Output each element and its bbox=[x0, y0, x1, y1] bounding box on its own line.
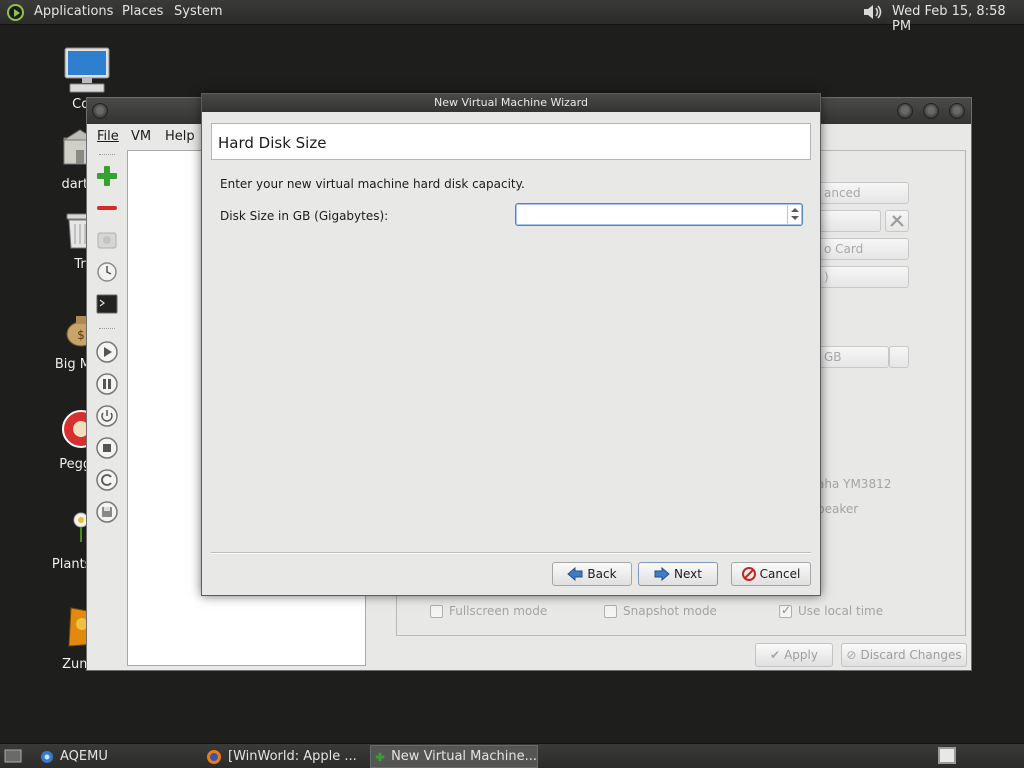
sound-card-option: aha YM3812 bbox=[817, 477, 892, 491]
task-label: [WinWorld: Apple ... bbox=[228, 749, 357, 764]
snapshot-mode-checkbox[interactable] bbox=[604, 605, 617, 618]
toolbar-separator bbox=[99, 328, 115, 331]
pause-icon[interactable] bbox=[95, 372, 119, 396]
arrow-right-icon bbox=[654, 567, 670, 581]
memory-size-field[interactable]: GB bbox=[817, 346, 889, 368]
close-icon[interactable] bbox=[949, 103, 965, 119]
menu-vm[interactable]: VM bbox=[131, 129, 151, 144]
task-label: New Virtual Machine... bbox=[391, 749, 537, 764]
video-card-combo[interactable]: o Card bbox=[817, 238, 909, 260]
terminal-icon[interactable] bbox=[95, 292, 119, 316]
spin-down-icon[interactable] bbox=[791, 216, 799, 220]
disk-size-input[interactable] bbox=[515, 203, 803, 226]
workspace-switcher[interactable] bbox=[938, 747, 956, 764]
wizard-instruction: Enter your new virtual machine hard disk… bbox=[220, 177, 525, 191]
bottom-taskbar: AQEMU [WinWorld: Apple ... New Virtual M… bbox=[0, 743, 1024, 768]
apply-button[interactable]: ✔ Apply bbox=[755, 643, 833, 667]
settings-tool-icon[interactable] bbox=[885, 210, 909, 232]
next-label: Next bbox=[674, 567, 702, 581]
disk-size-label: Disk Size in GB (Gigabytes): bbox=[220, 209, 389, 223]
menu-applications[interactable]: Applications bbox=[34, 4, 113, 19]
fullscreen-mode-label: Fullscreen mode bbox=[449, 604, 548, 618]
disk-size-spinner[interactable] bbox=[787, 205, 801, 224]
task-label: AQEMU bbox=[60, 749, 108, 764]
wizard-title[interactable]: New Virtual Machine Wizard bbox=[202, 94, 820, 112]
speaker-volume-icon[interactable] bbox=[862, 3, 884, 21]
menu-help[interactable]: Help bbox=[165, 129, 195, 144]
delete-vm-icon[interactable] bbox=[95, 196, 119, 220]
cancel-icon bbox=[741, 567, 756, 581]
stop-icon[interactable] bbox=[95, 436, 119, 460]
wizard-page-header: Hard Disk Size bbox=[211, 123, 811, 160]
reset-icon[interactable] bbox=[95, 468, 119, 492]
add-vm-icon[interactable] bbox=[95, 164, 119, 188]
show-desktop-icon[interactable] bbox=[4, 748, 22, 764]
discard-changes-button[interactable]: ⊘ Discard Changes bbox=[841, 643, 967, 667]
task-new-vm-wizard[interactable]: New Virtual Machine... bbox=[370, 745, 538, 768]
menu-file[interactable]: File bbox=[97, 129, 119, 144]
menu-places[interactable]: Places bbox=[122, 4, 163, 19]
firefox-icon bbox=[207, 749, 221, 764]
vertical-toolbar bbox=[91, 150, 121, 540]
distro-logo-icon[interactable] bbox=[7, 4, 24, 21]
window-menu-icon[interactable] bbox=[92, 103, 108, 119]
combo-box[interactable] bbox=[817, 210, 881, 232]
checkmark-icon: ✔ bbox=[770, 648, 781, 662]
use-local-time-label: Use local time bbox=[798, 604, 884, 618]
apply-label: Apply bbox=[784, 648, 818, 662]
toolbar-separator bbox=[99, 154, 115, 157]
add-vm-icon bbox=[375, 752, 385, 761]
advanced-button[interactable]: anced bbox=[817, 182, 909, 204]
desktop-icon-computer[interactable]: Com bbox=[42, 46, 132, 112]
sound-card-option: peaker bbox=[817, 502, 859, 516]
maximize-icon[interactable] bbox=[923, 103, 939, 119]
task-aqemu[interactable]: AQEMU bbox=[36, 745, 196, 768]
svg-text:$: $ bbox=[77, 328, 85, 342]
cancel-label: Cancel bbox=[759, 567, 801, 581]
next-button[interactable]: Next bbox=[638, 562, 718, 586]
use-local-time-checkbox[interactable] bbox=[779, 603, 792, 618]
aqemu-icon bbox=[41, 750, 53, 763]
back-button[interactable]: Back bbox=[552, 562, 632, 586]
fullscreen-mode-checkbox[interactable] bbox=[430, 605, 443, 618]
task-firefox[interactable]: [WinWorld: Apple ... bbox=[202, 745, 364, 768]
cancel-button[interactable]: Cancel bbox=[731, 562, 811, 586]
clock-icon[interactable] bbox=[95, 260, 119, 284]
discard-label: Discard Changes bbox=[860, 648, 962, 662]
memory-size-dropdown[interactable] bbox=[889, 346, 909, 368]
wizard-page-title: Hard Disk Size bbox=[218, 134, 327, 152]
save-state-icon[interactable] bbox=[95, 500, 119, 524]
snapshot-mode-label: Snapshot mode bbox=[623, 604, 717, 618]
computer-icon bbox=[64, 47, 110, 93]
new-vm-wizard-dialog: New Virtual Machine Wizard Hard Disk Siz… bbox=[201, 93, 821, 596]
wizard-divider bbox=[211, 552, 811, 554]
arrow-left-icon bbox=[567, 567, 583, 581]
top-panel: Applications Places System Wed Feb 15, 8… bbox=[0, 0, 1024, 34]
spin-up-icon[interactable] bbox=[791, 208, 799, 212]
back-label: Back bbox=[587, 567, 617, 581]
screenshot-icon[interactable] bbox=[95, 228, 119, 252]
menu-system[interactable]: System bbox=[174, 4, 222, 19]
clock[interactable]: Wed Feb 15, 8:58 PM bbox=[892, 4, 1024, 34]
combo-box[interactable]: ) bbox=[817, 266, 909, 288]
discard-icon: ⊘ bbox=[846, 648, 857, 662]
play-icon[interactable] bbox=[95, 340, 119, 364]
minimize-icon[interactable] bbox=[897, 103, 913, 119]
power-icon[interactable] bbox=[95, 404, 119, 428]
